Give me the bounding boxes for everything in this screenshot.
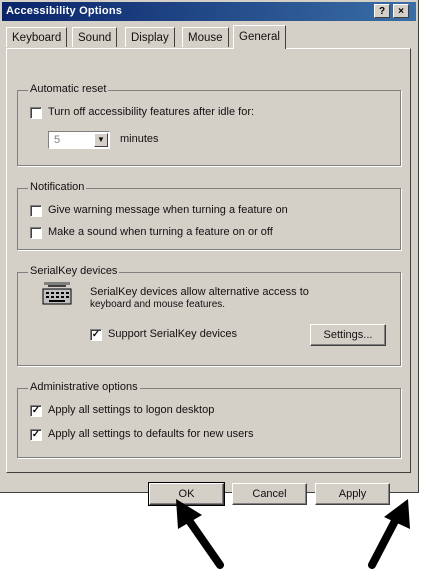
- keyboard-device-icon: [42, 282, 72, 305]
- arrow-pointer-ok-icon: [176, 499, 224, 569]
- apply-new-users-checkbox[interactable]: ✓: [30, 429, 42, 441]
- accessibility-options-window: Accessibility Options ? × Keyboard Sound…: [0, 0, 419, 506]
- tab-display[interactable]: Display: [125, 27, 175, 47]
- window-title: Accessibility Options: [6, 5, 123, 17]
- serialkey-group: SerialKey devices SerialKey devices allo…: [17, 265, 401, 366]
- tab-keyboard[interactable]: Keyboard: [6, 27, 68, 47]
- cancel-button[interactable]: Cancel: [232, 483, 307, 505]
- minutes-label: minutes: [120, 133, 159, 145]
- checkmark-icon: ✓: [91, 329, 101, 340]
- administrative-options-group: Administrative options ✓ Apply all setti…: [17, 381, 401, 458]
- tab-mouse[interactable]: Mouse: [182, 27, 229, 47]
- warning-message-checkbox[interactable]: [30, 205, 42, 217]
- arrow-pointer-apply-icon: [368, 499, 410, 569]
- notification-group: Notification Give warning message when t…: [17, 181, 401, 250]
- turn-off-features-checkbox[interactable]: [30, 107, 42, 119]
- apply-logon-desktop-checkbox[interactable]: ✓: [30, 405, 42, 417]
- serialkey-description-line1: SerialKey devices allow alternative acce…: [90, 286, 309, 298]
- administrative-options-title: Administrative options: [28, 381, 140, 393]
- serialkey-settings-button[interactable]: Settings...: [310, 324, 386, 346]
- apply-new-users-label: Apply all settings to defaults for new u…: [48, 428, 254, 440]
- idle-minutes-spinner[interactable]: 5 ▼: [48, 131, 110, 149]
- support-serialkey-checkbox[interactable]: ✓: [90, 329, 102, 341]
- sound-feature-checkbox[interactable]: [30, 227, 42, 239]
- sound-feature-label: Make a sound when turning a feature on o…: [48, 226, 273, 238]
- chevron-down-icon[interactable]: ▼: [94, 133, 108, 147]
- automatic-reset-group: Automatic reset Turn off accessibility f…: [17, 83, 401, 166]
- serialkey-description-line2: keyboard and mouse features.: [90, 299, 226, 310]
- tab-sound[interactable]: Sound: [72, 27, 118, 47]
- title-bar[interactable]: Accessibility Options ? ×: [2, 2, 416, 21]
- apply-logon-desktop-label: Apply all settings to logon desktop: [48, 404, 215, 416]
- serialkey-title: SerialKey devices: [28, 265, 120, 277]
- idle-minutes-value: 5: [54, 134, 61, 146]
- close-button[interactable]: ×: [393, 4, 409, 18]
- notification-title: Notification: [28, 181, 87, 193]
- turn-off-features-label: Turn off accessibility features after id…: [48, 106, 255, 118]
- checkmark-icon: ✓: [31, 405, 41, 416]
- checkmark-icon: ✓: [31, 429, 41, 440]
- support-serialkey-label: Support SerialKey devices: [108, 328, 238, 340]
- help-icon: ?: [378, 6, 386, 17]
- automatic-reset-title: Automatic reset: [28, 83, 109, 95]
- tab-general[interactable]: General: [233, 25, 286, 49]
- warning-message-label: Give warning message when turning a feat…: [48, 204, 288, 216]
- help-button[interactable]: ?: [374, 4, 390, 18]
- close-icon: ×: [398, 6, 404, 17]
